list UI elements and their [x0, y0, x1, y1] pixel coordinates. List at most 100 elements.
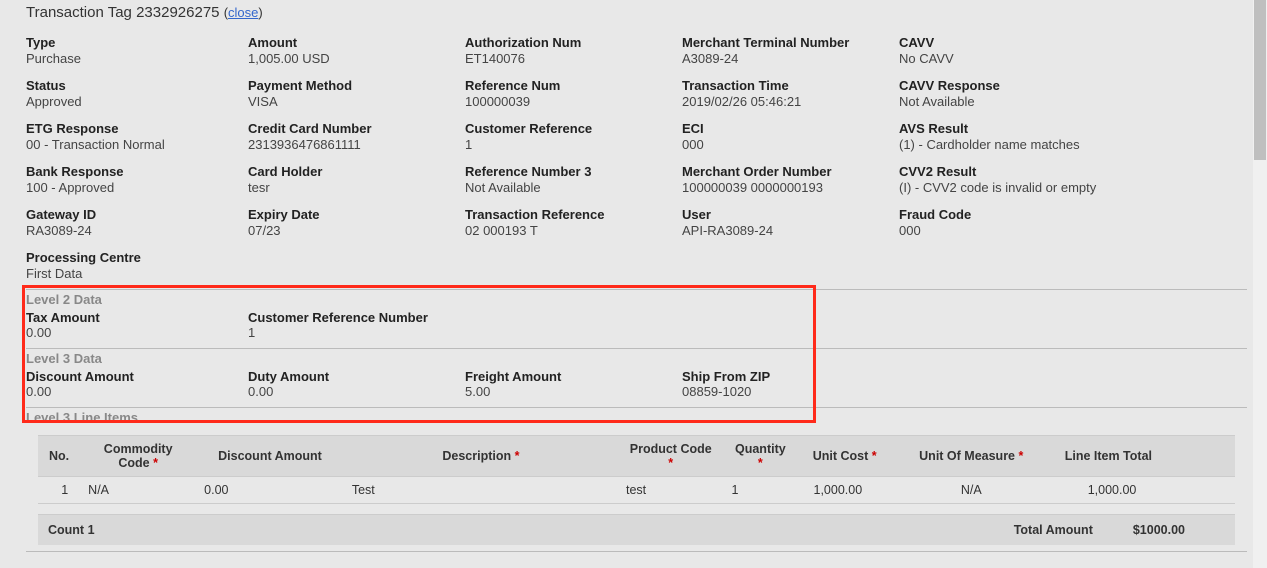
ref-num-label: Reference Num — [465, 78, 680, 93]
mtn-value: A3089-24 — [682, 51, 897, 66]
transaction-tag: 2332926275 — [136, 4, 219, 21]
cell-empty — [1166, 477, 1235, 504]
amount-value: 1,005.00 USD — [248, 51, 463, 66]
type-label: Type — [26, 35, 246, 50]
mon-value: 100000039 0000000193 — [682, 180, 897, 195]
mon-label: Merchant Order Number — [682, 164, 897, 179]
amount-label: Amount — [248, 35, 463, 50]
table-row: 1 N/A 0.00 Test test 1 1,000.00 N/A 1,00… — [38, 477, 1235, 504]
user-label: User — [682, 207, 897, 222]
txn-time-label: Transaction Time — [682, 78, 897, 93]
ref3-value: Not Available — [465, 180, 680, 195]
freight-label: Freight Amount — [465, 369, 680, 384]
cavv-value: No CAVV — [899, 51, 1139, 66]
centre-value: First Data — [26, 266, 246, 281]
cell-line-total: 1,000.00 — [1050, 477, 1166, 504]
status-label: Status — [26, 78, 246, 93]
expiry-label: Expiry Date — [248, 207, 463, 222]
col-unit-cost: Unit Cost * — [797, 436, 892, 477]
auth-num-value: ET140076 — [465, 51, 680, 66]
eci-value: 000 — [682, 137, 897, 152]
etg-label: ETG Response — [26, 121, 246, 136]
cvv2-label: CVV2 Result — [899, 164, 1139, 179]
ref-num-value: 100000039 — [465, 94, 680, 109]
pay-method-label: Payment Method — [248, 78, 463, 93]
col-no: No. — [38, 436, 80, 477]
col-line-total: Line Item Total — [1050, 436, 1166, 477]
auth-num-label: Authorization Num — [465, 35, 680, 50]
cell-quantity: 1 — [723, 477, 797, 504]
mtn-label: Merchant Terminal Number — [682, 35, 897, 50]
avs-label: AVS Result — [899, 121, 1139, 136]
cell-description: Test — [344, 477, 618, 504]
cell-uom: N/A — [892, 477, 1050, 504]
holder-value: tesr — [248, 180, 463, 195]
discount-value: 0.00 — [26, 384, 246, 399]
details-grid: TypePurchase Amount1,005.00 USD Authoriz… — [26, 35, 1247, 281]
etg-value: 00 - Transaction Normal — [26, 137, 246, 152]
cell-no: 1 — [38, 477, 80, 504]
tax-amount-value: 0.00 — [26, 325, 246, 340]
pay-method-value: VISA — [248, 94, 463, 109]
ccnum-label: Credit Card Number — [248, 121, 463, 136]
cust-ref-value: 1 — [465, 137, 680, 152]
cavv-resp-label: CAVV Response — [899, 78, 1139, 93]
level3-title: Level 3 Data — [26, 351, 1247, 366]
gateway-value: RA3089-24 — [26, 223, 246, 238]
scrollbar-track[interactable] — [1253, 0, 1267, 568]
fraud-label: Fraud Code — [899, 207, 1139, 222]
col-discount: Discount Amount — [196, 436, 344, 477]
count-label: Count 1 — [48, 523, 95, 537]
col-quantity: Quantity * — [723, 436, 797, 477]
gateway-label: Gateway ID — [26, 207, 246, 222]
holder-label: Card Holder — [248, 164, 463, 179]
table-footer: Count 1 Total Amount $1000.00 — [38, 514, 1235, 545]
col-uom: Unit Of Measure * — [892, 436, 1050, 477]
total-amount-label: Total Amount — [1014, 523, 1093, 537]
avs-value: (1) - Cardholder name matches — [899, 137, 1139, 152]
cell-product-code: test — [618, 477, 723, 504]
fraud-value: 000 — [899, 223, 1139, 238]
txn-ref-label: Transaction Reference — [465, 207, 680, 222]
col-empty — [1166, 436, 1235, 477]
txn-time-value: 2019/02/26 05:46:21 — [682, 94, 897, 109]
freight-value: 5.00 — [465, 384, 680, 399]
expiry-value: 07/23 — [248, 223, 463, 238]
crn-label: Customer Reference Number — [248, 310, 648, 325]
ref3-label: Reference Number 3 — [465, 164, 680, 179]
cust-ref-label: Customer Reference — [465, 121, 680, 136]
col-commodity: Commodity Code * — [80, 436, 196, 477]
close-link[interactable]: close — [228, 5, 258, 20]
bank-resp-label: Bank Response — [26, 164, 246, 179]
eci-label: ECI — [682, 121, 897, 136]
shipzip-label: Ship From ZIP — [682, 369, 882, 384]
total-amount-value: $1000.00 — [1133, 523, 1185, 537]
title-prefix: Transaction Tag — [26, 4, 132, 21]
cell-unit-cost: 1,000.00 — [797, 477, 892, 504]
duty-value: 0.00 — [248, 384, 463, 399]
cvv2-value: (I) - CVV2 code is invalid or empty — [899, 180, 1139, 195]
status-value: Approved — [26, 94, 246, 109]
cavv-label: CAVV — [899, 35, 1139, 50]
cell-discount: 0.00 — [196, 477, 344, 504]
line-items-table: No. Commodity Code * Discount Amount Des… — [38, 435, 1235, 504]
discount-label: Discount Amount — [26, 369, 246, 384]
level2-title: Level 2 Data — [26, 292, 1247, 307]
cell-commodity: N/A — [80, 477, 196, 504]
ccnum-value: 2313936476861111 — [248, 137, 463, 152]
col-product-code: Product Code * — [618, 436, 723, 477]
line-items-title: Level 3 Line Items — [26, 410, 1247, 425]
centre-label: Processing Centre — [26, 250, 246, 265]
user-value: API-RA3089-24 — [682, 223, 897, 238]
type-value: Purchase — [26, 51, 246, 66]
duty-label: Duty Amount — [248, 369, 463, 384]
scrollbar-thumb[interactable] — [1254, 0, 1266, 160]
cavv-resp-value: Not Available — [899, 94, 1139, 109]
tax-amount-label: Tax Amount — [26, 310, 246, 325]
bank-resp-value: 100 - Approved — [26, 180, 246, 195]
col-description: Description * — [344, 436, 618, 477]
txn-ref-value: 02 000193 T — [465, 223, 680, 238]
crn-value: 1 — [248, 325, 648, 340]
shipzip-value: 08859-1020 — [682, 384, 882, 399]
page-title: Transaction Tag 2332926275 (close) — [26, 4, 1247, 21]
